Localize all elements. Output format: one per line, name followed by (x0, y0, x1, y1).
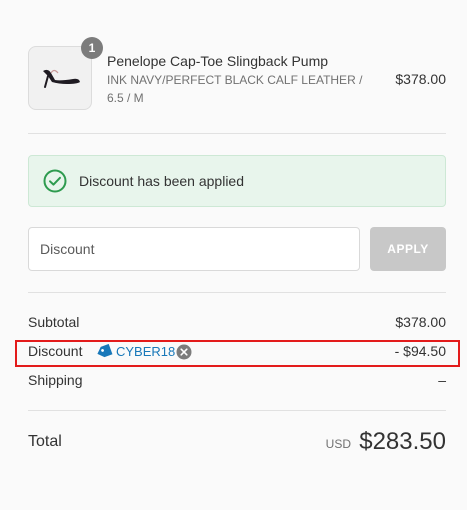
total-amount: $283.50 (359, 428, 446, 455)
total-label: Total (28, 433, 62, 450)
product-line-item: 1 Penelope Cap-Toe Slingback Pump INK NA… (28, 37, 446, 112)
subtotal-row: Subtotal $378.00 (28, 314, 446, 334)
currency-code: USD (325, 437, 351, 451)
subtotal-value: $378.00 (395, 314, 446, 330)
product-price: $378.00 (395, 71, 446, 87)
discount-applied-banner: Discount has been applied (28, 155, 446, 207)
divider (28, 410, 446, 411)
shipping-label: Shipping (28, 372, 83, 388)
divider (28, 133, 446, 134)
order-summary: 1 Penelope Cap-Toe Slingback Pump INK NA… (28, 0, 446, 510)
shoe-icon (43, 69, 80, 88)
banner-message: Discount has been applied (79, 173, 245, 189)
product-thumbnail: 1 (28, 37, 103, 110)
subtotal-label: Subtotal (28, 314, 80, 330)
apply-discount-button[interactable]: APPLY (370, 227, 446, 271)
check-circle-icon (43, 169, 67, 193)
product-name: Penelope Cap-Toe Slingback Pump (107, 53, 329, 69)
quantity-badge: 1 (81, 37, 103, 59)
product-variant: INK NAVY/PERFECT BLACK CALF LEATHER / 6.… (107, 73, 363, 105)
divider (28, 292, 446, 293)
shipping-value: – (438, 372, 446, 388)
discount-code-input[interactable] (28, 227, 360, 271)
highlight-box (15, 340, 460, 367)
shipping-row: Shipping – (28, 372, 446, 392)
